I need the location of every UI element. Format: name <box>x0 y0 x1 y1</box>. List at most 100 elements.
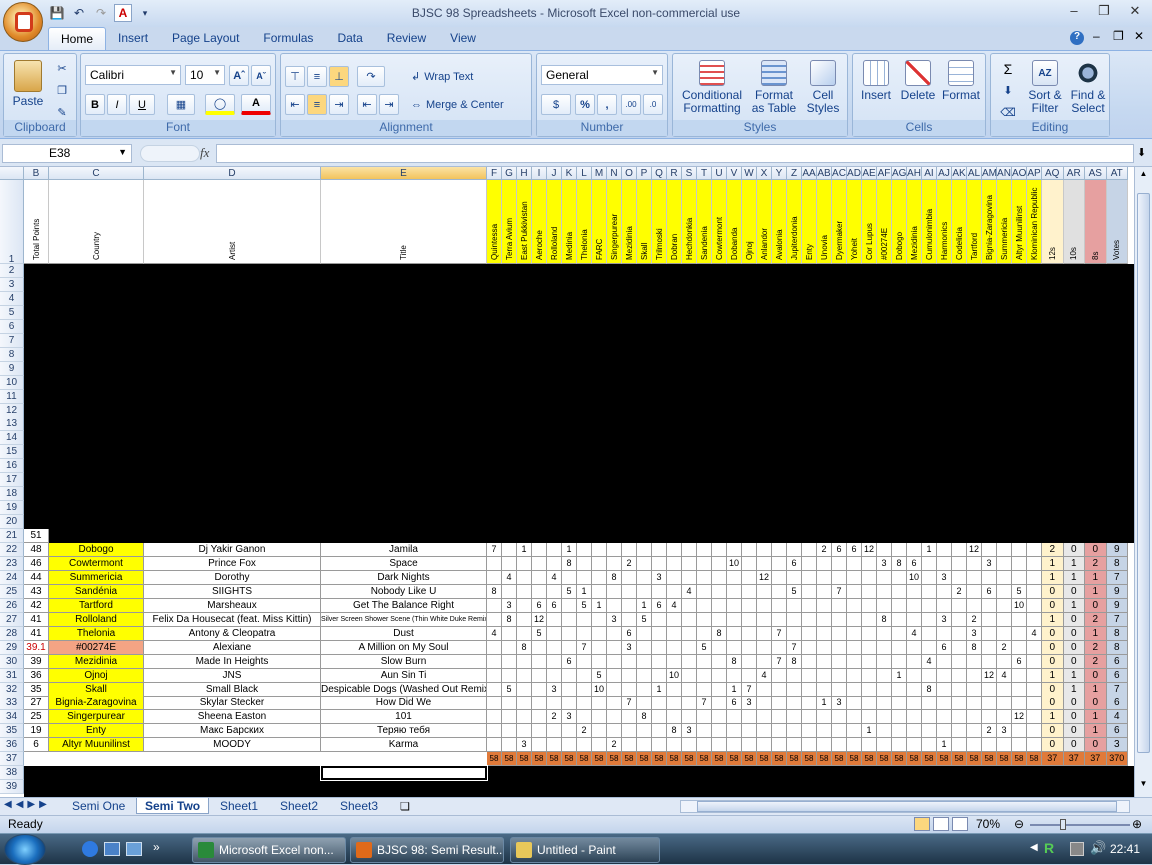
delete-cells-button[interactable]: Delete <box>897 60 939 102</box>
paste-button[interactable]: Paste <box>10 60 46 108</box>
column-header-Z[interactable]: Z <box>787 167 802 180</box>
taskbar-firefox[interactable]: BJSC 98: Semi Result... <box>350 837 504 863</box>
tab-data[interactable]: Data <box>325 27 374 51</box>
tray-r-icon[interactable]: R <box>1044 840 1054 856</box>
row-header-32[interactable]: 32 <box>0 682 24 697</box>
column-header-AQ[interactable]: AQ <box>1042 167 1064 180</box>
zoom-out-icon[interactable]: ⊖ <box>1014 817 1024 831</box>
formula-input[interactable] <box>216 144 1134 163</box>
column-header-AF[interactable]: AF <box>877 167 892 180</box>
column-header-G[interactable]: G <box>502 167 517 180</box>
ribbon-restore-icon[interactable]: ❐ <box>1113 29 1124 43</box>
grow-font-button[interactable]: Aˆ <box>229 65 249 86</box>
row-header-29[interactable]: 29 <box>0 640 24 655</box>
decrease-decimal-icon[interactable]: .0 <box>643 94 663 115</box>
row-header-26[interactable]: 26 <box>0 598 24 613</box>
percent-button[interactable]: % <box>575 94 595 115</box>
column-header-AL[interactable]: AL <box>967 167 982 180</box>
column-header-AM[interactable]: AM <box>982 167 997 180</box>
column-header-AD[interactable]: AD <box>847 167 862 180</box>
column-header-AA[interactable]: AA <box>802 167 817 180</box>
taskbar-paint[interactable]: Untitled - Paint <box>510 837 660 863</box>
sort-filter-button[interactable]: AZ Sort & Filter <box>1023 60 1067 115</box>
row-header-34[interactable]: 34 <box>0 710 24 725</box>
column-header-P[interactable]: P <box>637 167 652 180</box>
increase-indent-icon[interactable]: ⇥ <box>379 94 399 115</box>
tab-view[interactable]: View <box>438 27 488 51</box>
save-icon[interactable]: 💾 <box>48 4 66 22</box>
font-size-combo[interactable]: 10 ▼ <box>185 65 225 85</box>
row-header-5[interactable]: 5 <box>0 305 24 320</box>
row-header-24[interactable]: 24 <box>0 570 24 585</box>
sheet-tab-sheet2[interactable]: Sheet2 <box>272 798 326 814</box>
column-header-E[interactable]: E <box>321 167 487 180</box>
fill-icon[interactable]: ⬇ <box>995 80 1021 101</box>
maximize-button[interactable]: ❐ <box>1093 3 1115 21</box>
insert-function-button[interactable]: fx <box>200 145 209 161</box>
column-header-N[interactable]: N <box>607 167 622 180</box>
shrink-font-button[interactable]: Aˇ <box>251 65 271 86</box>
row-header-18[interactable]: 18 <box>0 487 24 502</box>
selected-cell-E38[interactable] <box>320 765 488 782</box>
zoom-slider-thumb[interactable] <box>1060 819 1066 830</box>
format-cells-button[interactable]: Format <box>939 60 983 102</box>
row-header-37[interactable]: 37 <box>0 752 24 767</box>
align-middle-icon[interactable]: ≡ <box>307 66 327 87</box>
row-header-31[interactable]: 31 <box>0 668 24 683</box>
sheet-nav-icon[interactable]: ◀◀▶▶ <box>4 799 51 810</box>
insert-cells-button[interactable]: Insert <box>855 60 897 102</box>
borders-icon[interactable]: ▦ <box>167 94 195 115</box>
column-header-R[interactable]: R <box>667 167 682 180</box>
row-header-38[interactable]: 38 <box>0 766 24 781</box>
column-header-AJ[interactable]: AJ <box>937 167 952 180</box>
scroll-down-icon[interactable]: ▼ <box>1137 779 1150 791</box>
row-header-2[interactable]: 2 <box>0 264 24 278</box>
column-header-D[interactable]: D <box>144 167 321 180</box>
row-header-7[interactable]: 7 <box>0 333 24 348</box>
sheet-tab-semi-one[interactable]: Semi One <box>64 798 133 814</box>
ribbon-minimize-icon[interactable]: – <box>1093 29 1100 43</box>
row-header-27[interactable]: 27 <box>0 612 24 627</box>
column-header-AG[interactable]: AG <box>892 167 907 180</box>
column-header-C[interactable]: C <box>49 167 144 180</box>
column-header-Q[interactable]: Q <box>652 167 667 180</box>
row-header-17[interactable]: 17 <box>0 473 24 488</box>
name-box[interactable]: E38 ▼ <box>2 144 132 163</box>
column-header-U[interactable]: U <box>712 167 727 180</box>
normal-view-icon[interactable] <box>914 817 930 831</box>
ie-icon[interactable] <box>82 841 98 857</box>
row-header-36[interactable]: 36 <box>0 738 24 753</box>
fill-color-icon[interactable]: ◯ <box>205 94 235 115</box>
orientation-icon[interactable]: ↷ <box>357 66 385 87</box>
row-header-28[interactable]: 28 <box>0 626 24 641</box>
decrease-indent-icon[interactable]: ⇤ <box>357 94 377 115</box>
column-header-AN[interactable]: AN <box>997 167 1012 180</box>
column-header-X[interactable]: X <box>757 167 772 180</box>
row-header-19[interactable]: 19 <box>0 501 24 516</box>
autosum-icon[interactable]: Σ <box>995 58 1021 79</box>
row-header-4[interactable]: 4 <box>0 291 24 306</box>
row-header-14[interactable]: 14 <box>0 431 24 446</box>
page-layout-view-icon[interactable] <box>933 817 949 831</box>
sheet-tab-sheet3[interactable]: Sheet3 <box>332 798 386 814</box>
vertical-scrollbar[interactable]: ▲ ▼ <box>1134 167 1152 797</box>
row-header-10[interactable]: 10 <box>0 375 24 390</box>
show-desktop-icon[interactable] <box>104 842 120 856</box>
font-color-icon[interactable]: A <box>114 4 132 22</box>
tab-formulas[interactable]: Formulas <box>251 27 325 51</box>
align-top-icon[interactable]: ⊤ <box>285 66 305 87</box>
cell-styles-button[interactable]: Cell Styles <box>801 60 845 115</box>
row-header-3[interactable]: 3 <box>0 277 24 292</box>
row-header-13[interactable]: 13 <box>0 417 24 432</box>
column-header-S[interactable]: S <box>682 167 697 180</box>
row-header-20[interactable]: 20 <box>0 515 24 530</box>
tab-review[interactable]: Review <box>375 27 438 51</box>
column-header-T[interactable]: T <box>697 167 712 180</box>
office-button[interactable] <box>3 2 43 42</box>
row-header-25[interactable]: 25 <box>0 584 24 599</box>
page-break-view-icon[interactable] <box>952 817 968 831</box>
vertical-scroll-thumb[interactable] <box>1137 193 1150 753</box>
align-center-icon[interactable]: ≡ <box>307 94 327 115</box>
column-header-H[interactable]: H <box>517 167 532 180</box>
row-header-16[interactable]: 16 <box>0 459 24 474</box>
